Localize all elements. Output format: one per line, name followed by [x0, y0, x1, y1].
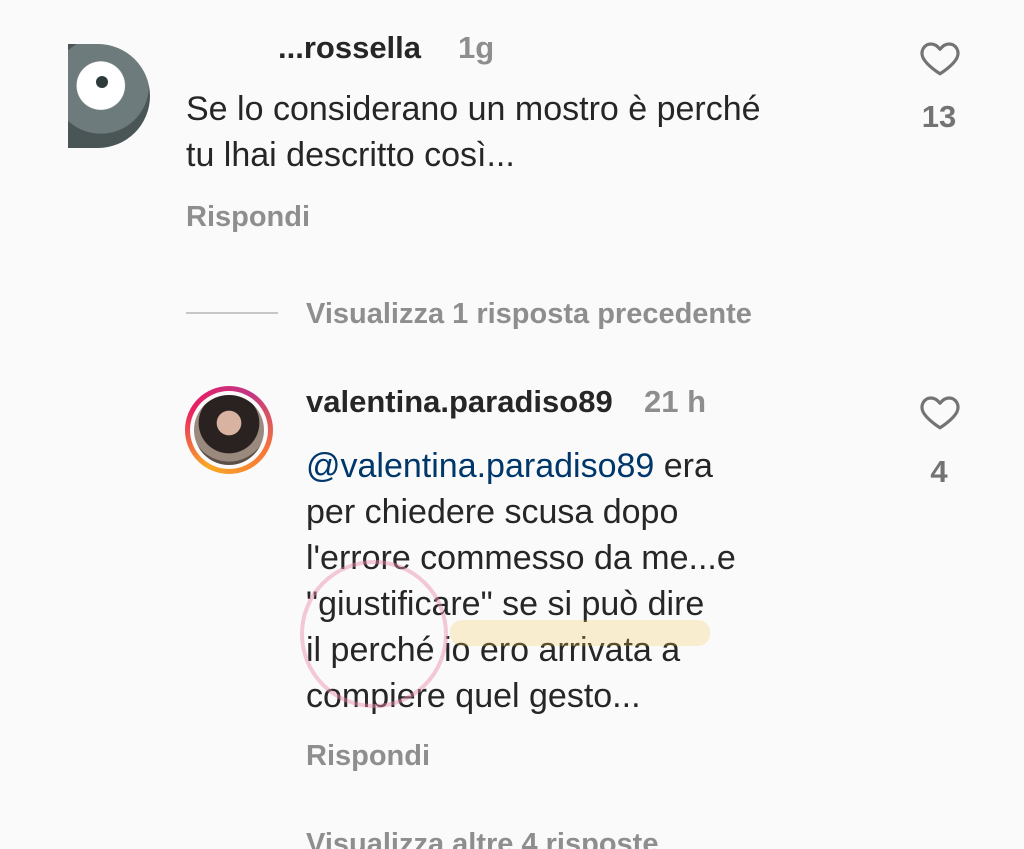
comment-2-text: @valentina.paradiso89 era per chiedere s… — [306, 443, 736, 719]
comment-1-reply-button[interactable]: Rispondi — [186, 201, 310, 234]
avatar-photo — [194, 395, 264, 465]
heart-icon[interactable] — [917, 37, 963, 79]
comment-1-text-line: Se lo considerano un mostro è perché — [186, 90, 761, 128]
comment-2-reply-button[interactable]: Rispondi — [306, 740, 430, 773]
comments-thread: ...rossella 1g Se lo considerano un most… — [0, 0, 1024, 849]
comment-1-time: 1g — [458, 30, 495, 65]
comment-2-time: 21 h — [644, 384, 707, 419]
view-more-replies-button[interactable]: Visualizza altre 4 risposte — [306, 828, 658, 849]
comment-2-text-line: compiere quel gesto... — [306, 677, 641, 715]
comment-2-text-line: @valentina.paradiso89 era — [306, 443, 736, 489]
comment-2-text-line: l'errore commesso da me...e — [306, 539, 736, 577]
avatar-valentina[interactable] — [185, 386, 273, 474]
comment-2-text-line: il perché io ero arrivata a — [306, 631, 681, 669]
comment-1-username[interactable]: ...rossella — [278, 30, 421, 66]
avatar-commenter-1[interactable] — [68, 44, 150, 148]
view-previous-replies-button[interactable]: Visualizza 1 risposta precedente — [306, 298, 752, 331]
avatar-detail — [96, 76, 108, 88]
thread-divider-line — [186, 312, 278, 314]
comment-2-like-count: 4 — [930, 454, 948, 489]
heart-icon[interactable] — [917, 391, 963, 433]
comment-2-text-line: "giustificare" se si può dire — [306, 585, 705, 623]
comment-1-text-line: tu lhai descritto così... — [186, 136, 515, 174]
comment-2-username[interactable]: valentina.paradiso89 — [306, 384, 613, 420]
comment-1-text: Se lo considerano un mostro è perché tu … — [186, 86, 761, 178]
comment-1-like-count: 13 — [921, 99, 957, 134]
mention-link[interactable]: @valentina.paradiso89 — [306, 447, 654, 485]
comment-2-text-line: per chiedere scusa dopo — [306, 493, 679, 531]
comment-2-text-rest: era — [654, 447, 713, 485]
